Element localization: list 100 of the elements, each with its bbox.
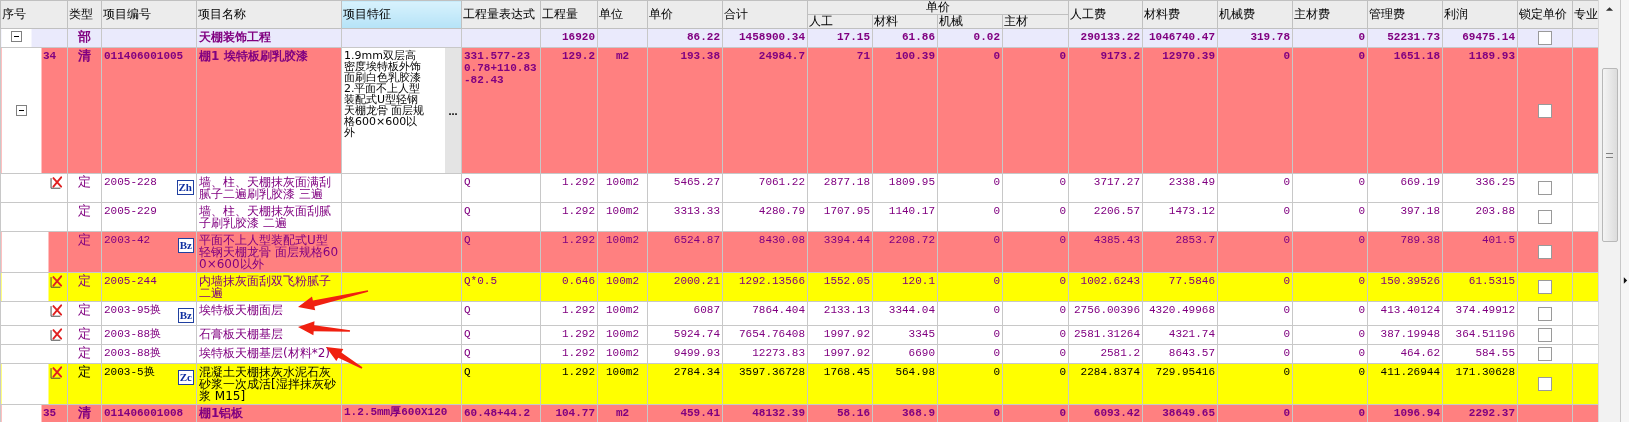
features-text: 1.2.5mm厚600X120 bbox=[343, 405, 449, 420]
item-code: 011406001005 bbox=[104, 50, 184, 62]
column-header[interactable]: 人工费 bbox=[1068, 0, 1143, 29]
lock-price-checkbox[interactable] bbox=[1538, 347, 1552, 361]
table-cell: 0 bbox=[1002, 231, 1069, 273]
tree-toggle[interactable] bbox=[15, 104, 27, 116]
lock-price-checkbox[interactable] bbox=[1538, 306, 1552, 321]
table-cell: 397.18 bbox=[1367, 202, 1443, 232]
table-cell: 203.88 bbox=[1442, 202, 1518, 232]
column-header[interactable]: 单位 bbox=[597, 0, 648, 29]
table-cell: m2 bbox=[597, 47, 648, 174]
table-cell: 1768.45 bbox=[807, 363, 873, 405]
table-cell: 4280.79 bbox=[722, 202, 808, 232]
table-cell: 0 bbox=[1217, 173, 1293, 203]
table-cell: 193.38 bbox=[647, 47, 723, 174]
table-cell: 0 bbox=[1217, 231, 1293, 273]
expand-right-icon[interactable] bbox=[1622, 276, 1628, 285]
table-cell: 0 bbox=[1217, 47, 1293, 174]
tree-toggle[interactable] bbox=[10, 31, 22, 42]
table-cell: 定 bbox=[67, 344, 102, 364]
table-cell: 0 bbox=[937, 272, 1003, 302]
ellipsis-button[interactable]: ... bbox=[445, 48, 461, 173]
table-cell: 336.25 bbox=[1442, 173, 1518, 203]
table-cell: 564.98 bbox=[872, 363, 938, 405]
item-code: 2005-229 bbox=[104, 205, 157, 217]
table-cell: 789.38 bbox=[1367, 231, 1443, 273]
item-code: 2003-88换 bbox=[104, 328, 162, 340]
quota-type-badge: Bz bbox=[177, 308, 194, 323]
table-cell: 0 bbox=[1002, 173, 1069, 203]
table-cell: Q bbox=[461, 231, 541, 273]
table-cell: 100m2 bbox=[597, 363, 648, 405]
table-cell: 3313.33 bbox=[647, 202, 723, 232]
lock-price-checkbox[interactable] bbox=[1538, 31, 1552, 45]
scrollbar-thumb[interactable] bbox=[1601, 68, 1618, 242]
column-header[interactable]: 序号 bbox=[0, 0, 68, 29]
table-cell: 6524.87 bbox=[647, 231, 723, 273]
column-header[interactable]: 管理费 bbox=[1367, 0, 1443, 29]
table-cell: 清 bbox=[67, 47, 102, 174]
table-cell: 150.39526 bbox=[1367, 272, 1443, 302]
table-cell: 61.5315 bbox=[1442, 272, 1518, 302]
column-header[interactable]: 类型 bbox=[67, 0, 102, 29]
table-cell: 1.292 bbox=[540, 231, 598, 273]
table-cell: 定 bbox=[67, 301, 102, 326]
column-header[interactable]: 单价 bbox=[647, 0, 723, 29]
annotation-arrow bbox=[298, 290, 369, 311]
table-cell: 2853.7 bbox=[1142, 231, 1218, 273]
column-header[interactable]: 机械费 bbox=[1217, 0, 1293, 29]
table-cell: 5465.27 bbox=[647, 173, 723, 203]
table-cell: Q bbox=[461, 363, 541, 405]
table-cell: 0 bbox=[937, 202, 1003, 232]
column-header[interactable]: 合计 bbox=[722, 0, 808, 29]
quota-type-badge: Bz bbox=[177, 238, 194, 253]
table-cell: 0 bbox=[1292, 231, 1368, 273]
lock-price-checkbox[interactable] bbox=[1538, 181, 1552, 195]
row-number: 35 bbox=[42, 406, 57, 419]
table-cell: 0 bbox=[937, 47, 1003, 174]
lock-price-checkbox[interactable] bbox=[1538, 245, 1552, 259]
table-cell: 0 bbox=[1002, 272, 1069, 302]
item-code: 2003-5换 bbox=[104, 366, 155, 378]
features-text: 1.9mm双层高密度埃特板外饰面刷白色乳胶漆 2.平面不上人型装配式U型轻钢天棚龙骨 面层规格600×600以外 bbox=[343, 48, 426, 141]
lock-price-checkbox[interactable] bbox=[1538, 280, 1552, 294]
table-cell: 0 bbox=[1217, 363, 1293, 405]
scroll-up-icon[interactable] bbox=[1605, 6, 1614, 12]
lock-price-checkbox[interactable] bbox=[1538, 328, 1552, 342]
table-cell: 墙、柱、天棚抹灰面刮腻子刷乳胶漆 二遍 bbox=[196, 202, 342, 232]
table-cell: 669.19 bbox=[1367, 173, 1443, 203]
column-header[interactable]: 利润 bbox=[1442, 0, 1518, 29]
table-cell: 0 bbox=[1292, 47, 1368, 174]
table-cell: 1140.17 bbox=[872, 202, 938, 232]
column-header[interactable]: 主材费 bbox=[1292, 0, 1368, 29]
column-header[interactable]: 项目编号 bbox=[101, 0, 197, 29]
item-code: 2003-88换 bbox=[104, 347, 162, 359]
column-header[interactable]: 工程量表达式 bbox=[461, 0, 541, 29]
vertical-scrollbar[interactable] bbox=[1598, 0, 1620, 422]
table-cell: Q bbox=[461, 202, 541, 232]
column-header[interactable]: 材料费 bbox=[1142, 0, 1218, 29]
table-cell: 定 bbox=[67, 363, 102, 405]
table-cell: 0 bbox=[1002, 363, 1069, 405]
lock-price-checkbox[interactable] bbox=[1538, 103, 1552, 118]
lock-price-checkbox[interactable] bbox=[1538, 210, 1552, 224]
table-cell: 120.1 bbox=[872, 272, 938, 302]
lock-price-checkbox[interactable] bbox=[1538, 377, 1552, 391]
table-cell: 平面不上人型装配式U型轻钢天棚龙骨 面层规格600×600以外 bbox=[196, 231, 342, 273]
table-cell: 2284.8374 bbox=[1068, 363, 1143, 405]
table-cell: 0 bbox=[1217, 272, 1293, 302]
item-code: 2003-42 bbox=[104, 234, 151, 246]
table-cell: 2206.57 bbox=[1068, 202, 1143, 232]
table-cell: Q bbox=[461, 173, 541, 203]
column-header[interactable]: 项目名称 bbox=[196, 0, 342, 29]
table-cell: 定 bbox=[67, 173, 102, 203]
table-cell: 129.2 bbox=[540, 47, 598, 174]
column-header[interactable]: 专业 bbox=[1572, 0, 1598, 29]
column-header[interactable]: 锁定单价 bbox=[1517, 0, 1573, 29]
quota-type-badge: Zh bbox=[176, 180, 194, 195]
table-cell: 1651.18 bbox=[1367, 47, 1443, 174]
column-group-header: 单价 bbox=[807, 0, 1069, 15]
table-cell: 3597.36728 bbox=[722, 363, 808, 405]
column-header[interactable]: 项目特征 bbox=[341, 0, 462, 29]
table-cell: 411.26944 bbox=[1367, 363, 1443, 405]
column-header[interactable]: 工程量 bbox=[540, 0, 598, 29]
